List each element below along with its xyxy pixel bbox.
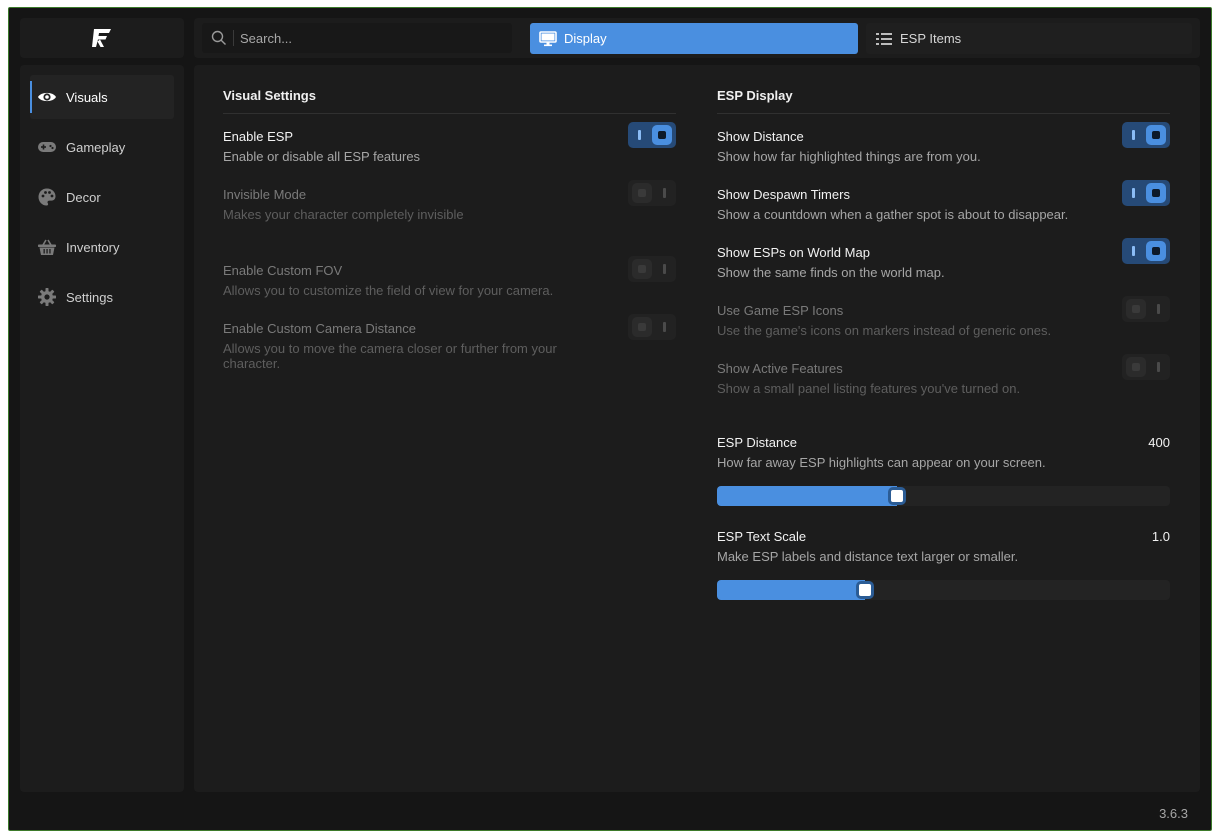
tab-esp-items-label: ESP Items (900, 31, 962, 46)
setting-title: Enable Custom FOV (223, 263, 343, 278)
search-divider (233, 30, 234, 46)
gamepad-icon (38, 142, 56, 152)
slider-thumb[interactable] (856, 581, 874, 599)
search-box (202, 23, 512, 53)
show-distance-toggle[interactable] (1122, 122, 1170, 148)
version-label: 3.6.3 (1159, 806, 1188, 821)
show-active-features-toggle[interactable] (1122, 354, 1170, 380)
setting-title: Use Game ESP Icons (717, 303, 844, 318)
monitor-icon (539, 30, 557, 46)
sidebar-item-gameplay[interactable]: Gameplay (30, 125, 174, 169)
setting-show-esps-world-map: Show ESPs on World Map Show the same fin… (717, 238, 1170, 280)
sidebar-item-label: Inventory (66, 239, 120, 255)
esp-text-scale-value: 1.0 (1151, 529, 1170, 544)
esp-display-section: ESP Display Show Distance Show how far h… (717, 65, 1170, 600)
use-game-esp-icons-toggle[interactable] (1122, 296, 1170, 322)
custom-camera-distance-toggle[interactable] (628, 314, 676, 340)
palette-icon (38, 188, 56, 206)
tab-display[interactable]: Display (530, 23, 858, 54)
setting-title: ESP Distance (717, 435, 797, 450)
setting-description: Makes your character completely invisibl… (223, 207, 464, 222)
setting-title: ESP Text Scale (717, 529, 807, 544)
list-icon (876, 32, 892, 45)
visual-settings-section: Visual Settings Enable ESP Enable or dis… (223, 65, 676, 371)
basket-icon (38, 239, 56, 255)
top-bar: Display ESP Items (194, 18, 1200, 58)
invisible-mode-toggle[interactable] (628, 180, 676, 206)
tab-esp-items[interactable]: ESP Items (866, 23, 1192, 54)
search-icon (211, 30, 226, 45)
setting-description: Show a countdown when a gather spot is a… (717, 207, 1069, 222)
setting-title: Invisible Mode (223, 187, 307, 202)
setting-show-distance: Show Distance Show how far highlighted t… (717, 122, 1170, 164)
setting-description: Allows you to customize the field of vie… (223, 283, 554, 298)
setting-custom-fov: Enable Custom FOV Allows you to customiz… (223, 256, 676, 298)
esp-distance-slider[interactable] (717, 486, 1170, 506)
slider-fill (717, 486, 897, 506)
slider-thumb[interactable] (888, 487, 906, 505)
setting-description: Show the same finds on the world map. (717, 265, 945, 280)
setting-description: Enable or disable all ESP features (223, 149, 421, 164)
enable-esp-toggle[interactable] (628, 122, 676, 148)
tab-display-label: Display (564, 31, 607, 46)
sidebar-item-inventory[interactable]: Inventory (30, 225, 174, 269)
sidebar-item-label: Visuals (66, 89, 108, 105)
eye-icon (38, 92, 56, 102)
section-heading: Visual Settings (223, 65, 676, 114)
sidebar-item-label: Decor (66, 189, 101, 205)
sidebar: Visuals Gameplay Decor Inventory Setting… (20, 65, 184, 792)
setting-title: Show Despawn Timers (717, 187, 850, 202)
show-esps-world-map-toggle[interactable] (1122, 238, 1170, 264)
setting-description: Make ESP labels and distance text larger… (717, 549, 1019, 564)
setting-description: Allows you to move the camera closer or … (223, 341, 557, 371)
setting-title: Enable Custom Camera Distance (223, 321, 416, 336)
esp-text-scale-slider[interactable] (717, 580, 1170, 600)
setting-enable-esp: Enable ESP Enable or disable all ESP fea… (223, 122, 676, 164)
sidebar-item-label: Settings (66, 289, 113, 305)
sidebar-item-decor[interactable]: Decor (30, 175, 174, 219)
show-despawn-timers-toggle[interactable] (1122, 180, 1170, 206)
setting-esp-distance: ESP Distance How far away ESP highlights… (717, 435, 1170, 470)
setting-invisible-mode: Invisible Mode Makes your character comp… (223, 180, 676, 222)
setting-description: Show a small panel listing features you'… (717, 381, 1021, 396)
section-heading: ESP Display (717, 65, 1170, 114)
setting-title: Show ESPs on World Map (717, 245, 870, 260)
search-input[interactable] (240, 30, 490, 46)
setting-title: Show Distance (717, 129, 804, 144)
esp-distance-value: 400 (1148, 435, 1170, 450)
main-panel: Visual Settings Enable ESP Enable or dis… (194, 65, 1200, 792)
gear-icon (38, 288, 56, 306)
app-window: Display ESP Items Visuals (8, 7, 1212, 831)
setting-show-active-features: Show Active Features Show a small panel … (717, 354, 1170, 396)
slider-fill (717, 580, 865, 600)
sidebar-item-settings[interactable]: Settings (30, 275, 174, 319)
setting-custom-camera-distance: Enable Custom Camera Distance Allows you… (223, 314, 676, 371)
setting-show-despawn-timers: Show Despawn Timers Show a countdown whe… (717, 180, 1170, 222)
custom-fov-toggle[interactable] (628, 256, 676, 282)
sidebar-item-visuals[interactable]: Visuals (30, 75, 174, 119)
setting-use-game-esp-icons: Use Game ESP Icons Use the game's icons … (717, 296, 1170, 338)
sidebar-item-label: Gameplay (66, 139, 126, 155)
setting-description: Use the game's icons on markers instead … (717, 323, 1052, 338)
setting-title: Enable ESP (223, 129, 294, 144)
app-logo-icon (92, 29, 111, 47)
setting-esp-text-scale: ESP Text Scale Make ESP labels and dista… (717, 529, 1170, 564)
setting-description: How far away ESP highlights can appear o… (717, 455, 1046, 470)
logo-panel (20, 18, 184, 58)
setting-description: Show how far highlighted things are from… (717, 149, 981, 164)
setting-title: Show Active Features (717, 361, 843, 376)
